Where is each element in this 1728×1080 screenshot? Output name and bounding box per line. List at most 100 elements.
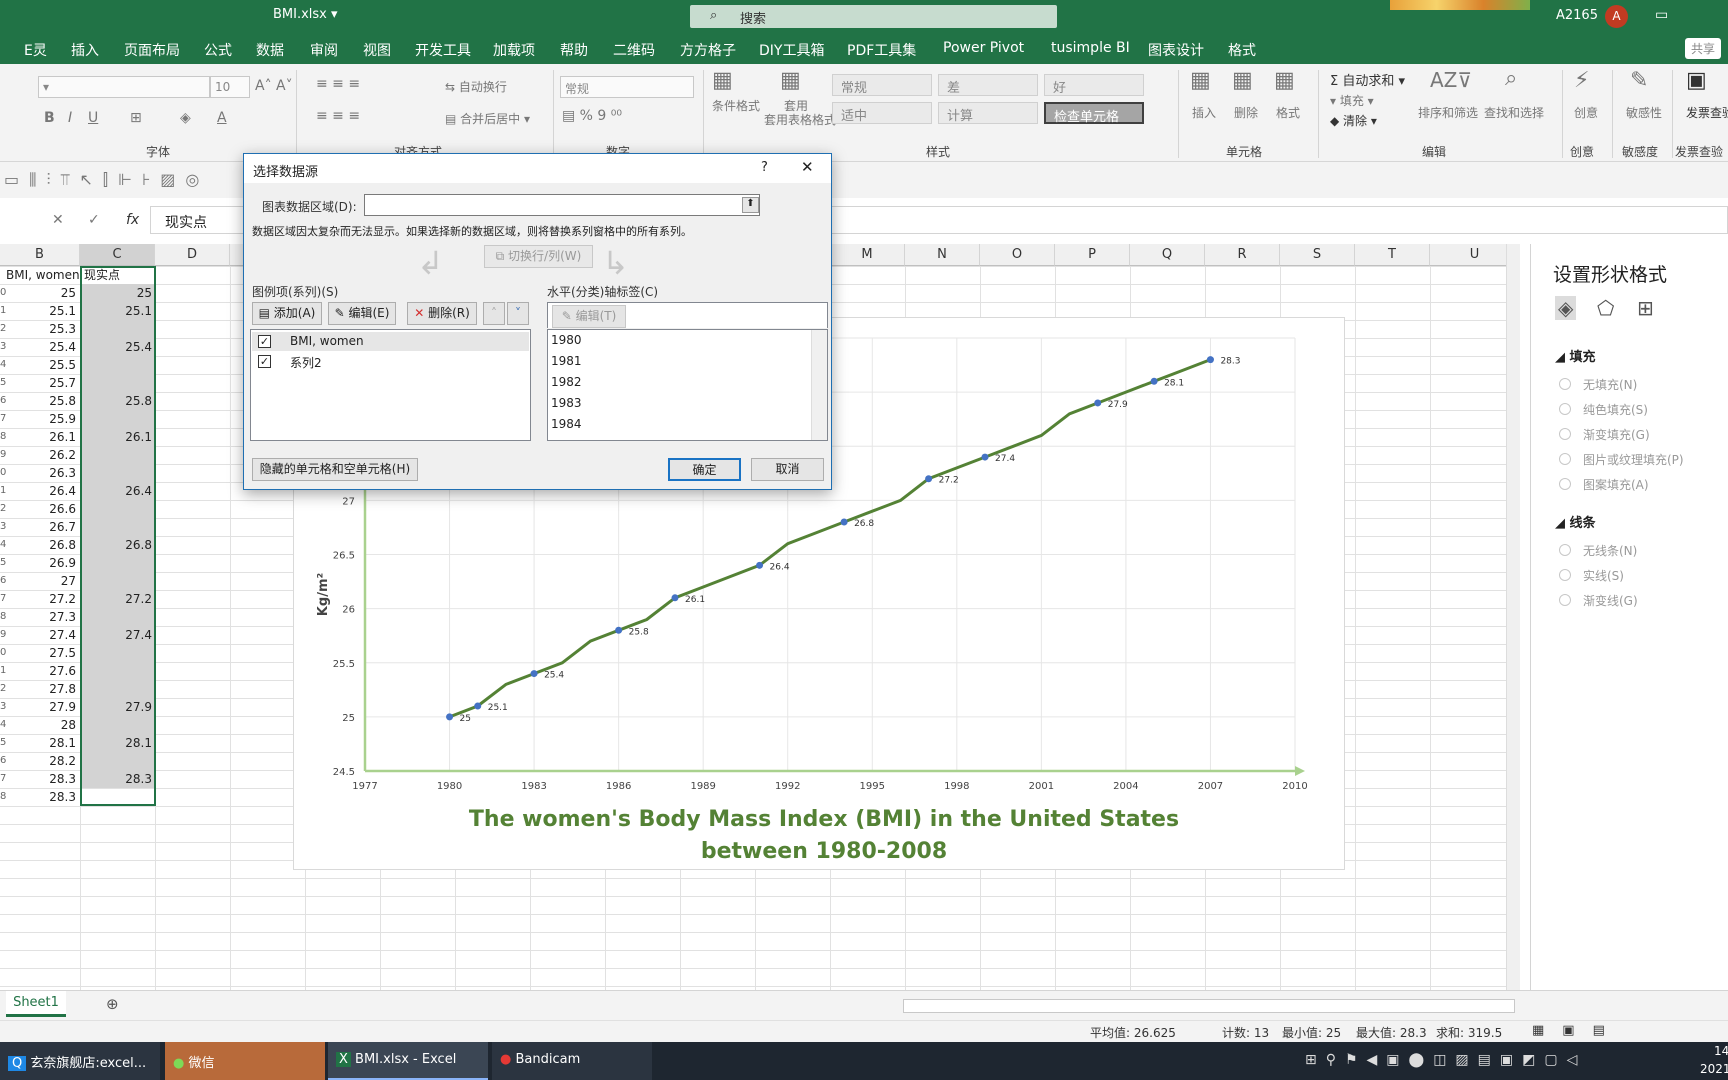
cell-b[interactable]: 27 xyxy=(0,572,76,590)
col-header-o[interactable]: O xyxy=(980,244,1055,266)
delete-cells-icon[interactable]: ▦ xyxy=(1232,68,1253,93)
chart-title[interactable]: The women's Body Mass Index (BMI) in the… xyxy=(424,804,1224,868)
cell-b[interactable]: 25.4 xyxy=(0,338,76,356)
col-header-s[interactable]: S xyxy=(1280,244,1355,266)
invoice-icon[interactable]: ▣ xyxy=(1686,68,1707,93)
tab-developer[interactable]: 开发工具 xyxy=(415,40,471,60)
cell-b[interactable]: 25.7 xyxy=(0,374,76,392)
taskbar-item-excel[interactable]: X BMI.xlsx - Excel xyxy=(328,1042,488,1080)
list-item[interactable]: ✓ 系列2 xyxy=(252,352,529,371)
tab-qrcode[interactable]: 二维码 xyxy=(613,40,655,60)
cell-b[interactable]: 25.5 xyxy=(0,356,76,374)
create-icon[interactable]: ⚡ xyxy=(1574,68,1589,93)
cancel-button[interactable]: 取消 xyxy=(751,458,824,481)
italic-icon[interactable]: I xyxy=(68,110,72,126)
style-normal[interactable]: 常规 xyxy=(832,74,932,96)
bold-icon[interactable]: B xyxy=(44,110,55,126)
conditional-format-icon[interactable]: ▦ xyxy=(712,68,733,93)
header-cell-b[interactable]: BMI, women xyxy=(6,266,80,284)
user-name[interactable]: A2165 xyxy=(1556,8,1598,23)
wrap-text-button[interactable]: ⇆ 自动换行 xyxy=(445,78,507,95)
cell-b[interactable]: 26.9 xyxy=(0,554,76,572)
style-check-cell[interactable]: 检查单元格 xyxy=(1044,102,1144,125)
tab-insert[interactable]: 插入 xyxy=(71,40,99,60)
cell-b[interactable]: 27.9 xyxy=(0,698,76,716)
fill-line-icon[interactable]: ◈ xyxy=(1555,296,1577,320)
share-button[interactable]: 共享 xyxy=(1685,38,1722,59)
col-header-c[interactable]: C xyxy=(80,244,155,266)
tab-fangfang[interactable]: 方方格子 xyxy=(680,40,736,60)
tab-format[interactable]: 格式 xyxy=(1228,40,1256,60)
move-down-icon[interactable]: ˅ xyxy=(507,302,529,325)
range-input[interactable] xyxy=(364,194,760,216)
option-solid-line[interactable]: 实线(S) xyxy=(1583,567,1624,584)
cell-b[interactable]: 26.1 xyxy=(0,428,76,446)
cell-b[interactable]: 26.4 xyxy=(0,482,76,500)
tray-icons[interactable]: ⊞⚲⚑◀▣⬤◫▨▤▣◩▢◁ xyxy=(1305,1052,1586,1068)
percent-icon[interactable]: ▤ % 9 ⁰⁰ xyxy=(562,108,622,124)
radio-pattern-fill[interactable] xyxy=(1559,478,1571,490)
merge-center-button[interactable]: ▤ 合并后居中 ▾ xyxy=(445,110,530,127)
option-no-line[interactable]: 无线条(N) xyxy=(1583,542,1637,559)
cell-b[interactable]: 27.4 xyxy=(0,626,76,644)
series-checkbox[interactable]: ✓ xyxy=(258,355,271,368)
radio-no-fill[interactable] xyxy=(1559,378,1571,390)
add-series-button[interactable]: ▤ 添加(A) xyxy=(252,302,322,325)
tab-help[interactable]: 帮助 xyxy=(560,40,588,60)
clear-button[interactable]: ◆ 清除 ▾ xyxy=(1330,112,1377,129)
clock-time[interactable]: 14 xyxy=(1714,1044,1728,1058)
insert-cells-icon[interactable]: ▦ xyxy=(1190,68,1211,93)
search-box[interactable]: ⌕ 搜索 xyxy=(690,5,1057,28)
tab-formulas[interactable]: 公式 xyxy=(204,40,232,60)
line-section[interactable]: ◢ 线条 xyxy=(1555,512,1596,531)
hidden-cells-button[interactable]: 隐藏的单元格和空单元格(H) xyxy=(252,458,418,481)
cell-b[interactable]: 25.1 xyxy=(0,302,76,320)
radio-picture-fill[interactable] xyxy=(1559,453,1571,465)
cell-b[interactable]: 27.2 xyxy=(0,590,76,608)
tab-pdf[interactable]: PDF工具集 xyxy=(847,40,916,60)
fx-icon[interactable]: fx xyxy=(126,212,139,228)
col-header-r[interactable]: R xyxy=(1205,244,1280,266)
switch-row-col-button[interactable]: ⧉ 切换行/列(W) xyxy=(484,245,593,268)
option-no-fill[interactable]: 无填充(N) xyxy=(1583,376,1637,393)
border-icon[interactable]: ⊞ xyxy=(130,110,142,126)
font-color-icon[interactable]: A xyxy=(217,110,227,126)
cell-b[interactable]: 25.8 xyxy=(0,392,76,410)
sensitivity-icon[interactable]: ✎ xyxy=(1630,68,1648,93)
col-header-q[interactable]: Q xyxy=(1130,244,1205,266)
table-format-icon[interactable]: ▦ xyxy=(780,68,801,93)
style-good[interactable]: 好 xyxy=(1044,74,1144,96)
tab-page-layout[interactable]: 页面布局 xyxy=(124,40,180,60)
fill-color-icon[interactable]: ◈ xyxy=(180,110,191,126)
delete-series-button[interactable]: ✕ 删除(R) xyxy=(407,302,477,325)
fill-button[interactable]: ▾ 填充 ▾ xyxy=(1330,92,1374,109)
file-name[interactable]: BMI.xlsx ▾ xyxy=(273,7,338,22)
option-picture-fill[interactable]: 图片或纹理填充(P) xyxy=(1583,451,1684,468)
align-top-icon[interactable]: ≡ ≡ ≡ xyxy=(316,76,360,92)
tab-review[interactable]: 审阅 xyxy=(310,40,338,60)
style-bad[interactable]: 差 xyxy=(938,74,1038,96)
font-size-combo[interactable]: 10 xyxy=(210,76,250,98)
size-icon[interactable]: ⊞ xyxy=(1637,296,1654,320)
add-sheet-icon[interactable]: ⊕ xyxy=(106,995,119,1013)
underline-icon[interactable]: U xyxy=(88,110,98,126)
cell-b[interactable]: 25.9 xyxy=(0,410,76,428)
radio-solid-fill[interactable] xyxy=(1559,403,1571,415)
edit-series-button[interactable]: ✎ 编辑(E) xyxy=(328,302,396,325)
cell-b[interactable]: 27.8 xyxy=(0,680,76,698)
clock-year[interactable]: 2021 xyxy=(1700,1062,1728,1076)
cell-b[interactable]: 25 xyxy=(0,284,76,302)
category-item[interactable]: 1984 xyxy=(551,417,582,431)
ribbon-display-icon[interactable]: ▭ xyxy=(1655,7,1668,23)
cell-b[interactable]: 27.6 xyxy=(0,662,76,680)
cell-b[interactable]: 26.7 xyxy=(0,518,76,536)
cell-b[interactable]: 28 xyxy=(0,716,76,734)
help-button[interactable]: ? xyxy=(761,160,768,175)
style-neutral[interactable]: 适中 xyxy=(832,102,932,124)
cell-b[interactable]: 26.8 xyxy=(0,536,76,554)
cell-b[interactable]: 25.3 xyxy=(0,320,76,338)
vertical-scrollbar[interactable] xyxy=(1506,244,1520,990)
sort-filter-icon[interactable]: AZ⊽ xyxy=(1430,68,1472,92)
col-header-n[interactable]: N xyxy=(905,244,980,266)
grow-font-icon[interactable]: A˄ A˅ xyxy=(255,78,293,94)
